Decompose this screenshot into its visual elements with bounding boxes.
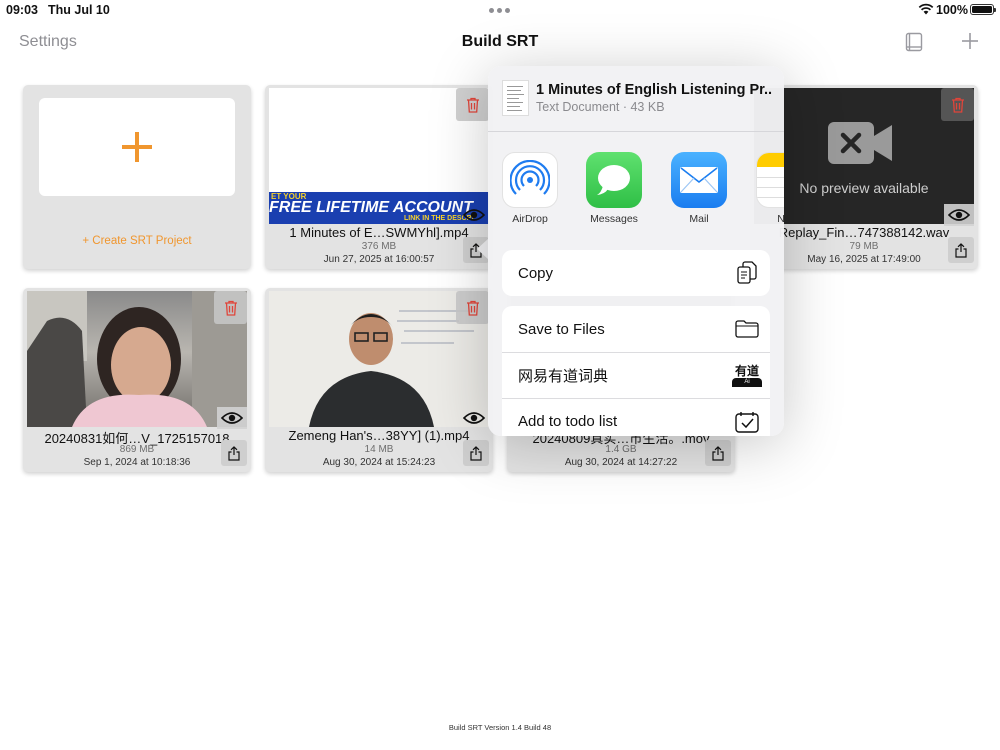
share-sheet-header: 1 Minutes of English Listening Pr... Tex… (488, 66, 784, 132)
page-title: Build SRT (461, 33, 539, 50)
project-date: Aug 30, 2024 at 15:24:23 (322, 457, 436, 468)
calendar-check-icon (734, 410, 760, 434)
share-sheet: 1 Minutes of English Listening Pr... Tex… (488, 66, 784, 436)
battery-icon (970, 4, 996, 15)
eye-icon (948, 209, 970, 221)
video-unavailable-icon (828, 122, 892, 164)
version-label: Build SRT Version 1.4 Build 48 (448, 723, 552, 732)
youdao-icon: 有道 Ai (732, 364, 762, 388)
trash-icon (466, 97, 479, 113)
share-app-label: Messages (590, 213, 638, 225)
project-date: Sep 1, 2024 at 10:18:36 (83, 457, 191, 468)
create-srt-button[interactable] (39, 98, 235, 196)
share-button[interactable] (463, 440, 489, 466)
share-app-notes[interactable]: No (756, 152, 784, 225)
wifi-icon (918, 3, 934, 15)
eye-icon (463, 209, 485, 221)
share-button[interactable] (705, 440, 731, 466)
share-app-airdrop[interactable]: AirDrop (502, 152, 558, 225)
preview-button[interactable] (217, 407, 247, 429)
eye-icon (221, 412, 243, 424)
share-action-youdao[interactable]: 网易有道词典 有道 Ai (502, 352, 770, 398)
status-date: Thu Jul 10 (48, 3, 110, 17)
share-action-save-to-files[interactable]: Save to Files (502, 306, 770, 352)
thumbnail-banner: ET YOUR FREE LIFETIME ACCOUNT LINK IN TH… (269, 192, 489, 224)
project-date: May 16, 2025 at 17:49:00 (807, 254, 921, 265)
share-action-copy[interactable]: Copy (502, 250, 770, 296)
trash-icon (466, 300, 479, 316)
project-size: 14 MB (364, 444, 394, 455)
delete-button[interactable] (941, 88, 974, 121)
project-date: Jun 27, 2025 at 16:00:57 (323, 254, 435, 265)
delete-button[interactable] (214, 291, 247, 324)
project-card[interactable]: 20240831如何…V_1725157018 869 MB Sep 1, 20… (23, 288, 251, 472)
project-name: Replay_Fin…747388142.wav (778, 225, 950, 240)
add-icon[interactable] (960, 31, 980, 51)
project-size: 869 MB (119, 444, 155, 455)
share-app-label: AirDrop (512, 213, 548, 225)
share-button[interactable] (948, 237, 974, 263)
project-card[interactable]: No preview available Replay_Fin…74738814… (750, 85, 978, 269)
project-size: 376 MB (361, 241, 397, 252)
project-size: 79 MB (849, 241, 879, 252)
airdrop-icon (502, 152, 558, 208)
share-action-group-copy: Copy (502, 250, 770, 296)
project-name: 1 Minutes of E…SWMYhl].mp4 (289, 225, 469, 240)
project-card[interactable]: ET YOUR FREE LIFETIME ACCOUNT LINK IN TH… (265, 85, 493, 269)
share-action-group: Save to Files 网易有道词典 有道 Ai Add to todo l… (502, 306, 770, 436)
share-app-row: AirDrop Messages Mail N (488, 152, 784, 242)
plus-icon (122, 132, 152, 162)
project-size: 1.4 GB (605, 444, 637, 455)
share-icon (712, 445, 724, 461)
project-card[interactable]: Zemeng Han's…38YY] (1).mp4 14 MB Aug 30,… (265, 288, 493, 472)
delete-button[interactable] (456, 88, 489, 121)
project-name: Zemeng Han's…38YY] (1).mp4 (288, 428, 470, 443)
mail-icon (671, 152, 727, 208)
file-subtitle: Text Document · 43 KB (536, 100, 665, 114)
document-thumbnail (502, 80, 529, 116)
share-app-messages[interactable]: Messages (586, 152, 642, 225)
trash-icon (224, 300, 237, 316)
share-button[interactable] (221, 440, 247, 466)
share-app-label: No (777, 213, 784, 225)
battery-percent: 100% (936, 3, 968, 17)
share-icon (955, 242, 967, 258)
preview-button[interactable] (459, 407, 489, 429)
status-time: 09:03 (6, 3, 38, 17)
preview-button[interactable] (459, 204, 489, 226)
folder-icon (734, 317, 760, 341)
delete-button[interactable] (456, 291, 489, 324)
project-date: Aug 30, 2024 at 14:27:22 (564, 457, 678, 468)
no-preview-label: No preview available (799, 180, 929, 196)
create-srt-card[interactable]: + Create SRT Project (23, 85, 251, 269)
share-app-mail[interactable]: Mail (671, 152, 727, 225)
share-icon (228, 445, 240, 461)
share-app-label: Mail (689, 213, 709, 225)
eye-icon (463, 412, 485, 424)
share-action-add-to-todo[interactable]: Add to todo list (502, 398, 770, 436)
multitasking-dots-icon[interactable] (489, 8, 510, 13)
create-srt-label: + Create SRT Project (82, 235, 192, 247)
status-bar: 09:03 Thu Jul 10 100% (0, 0, 1000, 20)
share-icon (470, 445, 482, 461)
messages-icon (586, 152, 642, 208)
preview-button[interactable] (944, 204, 974, 226)
copy-icon (734, 261, 760, 285)
file-title: 1 Minutes of English Listening Pr... (536, 82, 772, 98)
notes-icon (756, 152, 784, 208)
book-icon[interactable] (905, 32, 923, 52)
trash-icon (951, 97, 964, 113)
